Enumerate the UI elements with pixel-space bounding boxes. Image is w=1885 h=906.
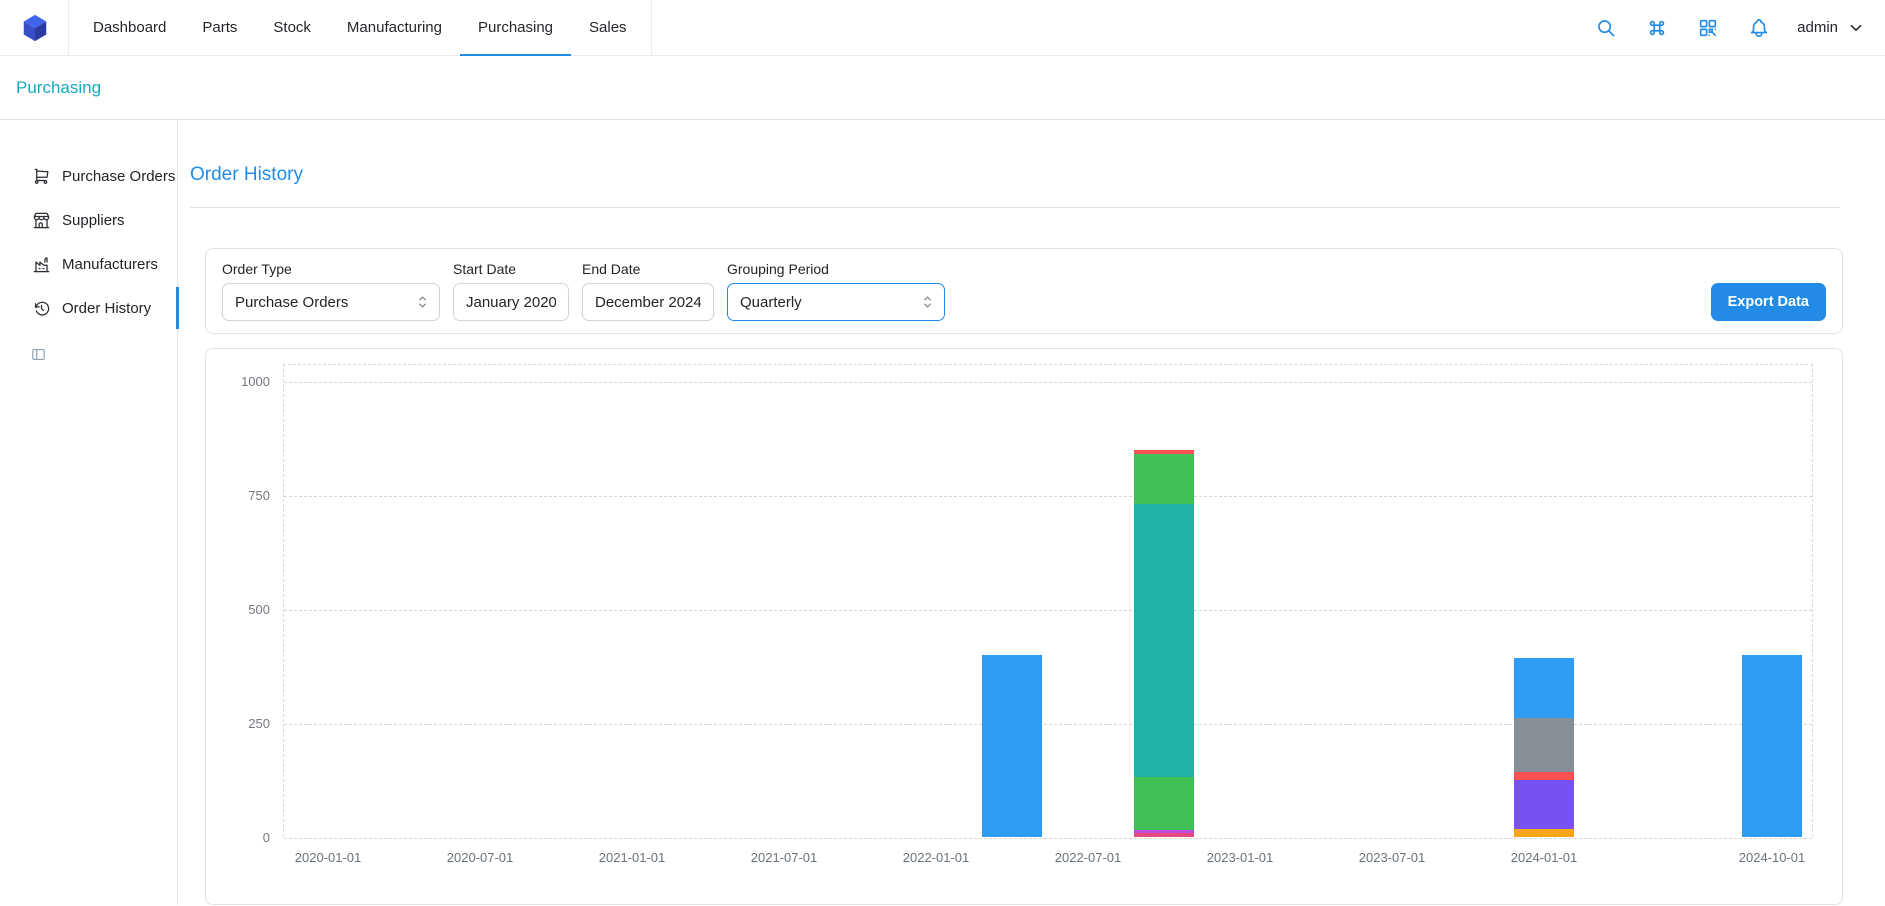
tab-purchasing[interactable]: Purchasing — [460, 0, 571, 56]
filter-card: Order Type Start Date End Date — [205, 248, 1843, 334]
tab-manufacturing[interactable]: Manufacturing — [329, 0, 460, 56]
sidebar-item-label: Manufacturers — [62, 256, 158, 273]
bar-segment[interactable] — [1514, 829, 1574, 837]
start-date-input[interactable] — [453, 283, 569, 321]
bar-segment[interactable] — [1134, 777, 1194, 829]
bar-segment[interactable] — [1134, 833, 1194, 837]
tab-stock[interactable]: Stock — [255, 0, 329, 56]
field-start-date: Start Date — [453, 261, 569, 321]
barcode-scan-button[interactable] — [1695, 15, 1721, 41]
qrcode-icon — [1697, 17, 1719, 39]
start-date-label: Start Date — [453, 261, 569, 277]
breadcrumb: Purchasing — [0, 56, 1885, 120]
nav-actions: admin — [1593, 15, 1865, 41]
order-type-select[interactable] — [222, 283, 440, 321]
gridline — [284, 496, 1812, 497]
title-divider — [190, 207, 1840, 208]
username: admin — [1797, 19, 1838, 36]
breadcrumb-item-purchasing[interactable]: Purchasing — [16, 78, 101, 98]
notifications-button[interactable] — [1746, 15, 1772, 41]
user-menu[interactable]: admin — [1797, 19, 1865, 37]
storefront-icon — [32, 211, 51, 230]
bar-segment[interactable] — [1514, 718, 1574, 772]
top-nav: DashboardPartsStockManufacturingPurchasi… — [0, 0, 1885, 56]
sidebar-item-label: Suppliers — [62, 212, 125, 229]
bar-segment[interactable] — [1134, 830, 1194, 834]
gridline — [284, 724, 1812, 725]
x-tick-label: 2021-07-01 — [751, 850, 818, 865]
sidebar-item-purchase-orders[interactable]: Purchase Orders — [0, 154, 177, 198]
command-icon — [1646, 17, 1668, 39]
field-grouping-period: Grouping Period — [727, 261, 945, 321]
field-order-type: Order Type — [222, 261, 440, 321]
sidebar-item-label: Order History — [62, 300, 151, 317]
grouping-period-label: Grouping Period — [727, 261, 945, 277]
tab-parts[interactable]: Parts — [184, 0, 255, 56]
chevron-down-icon — [1847, 19, 1865, 37]
export-data-button[interactable]: Export Data — [1711, 283, 1826, 321]
sidebar: Purchase Orders Suppliers Manufacturers Ord… — [0, 120, 178, 905]
sidebar-item-suppliers[interactable]: Suppliers — [0, 198, 177, 242]
history-icon — [32, 299, 51, 318]
y-tick-label: 1000 — [214, 374, 270, 389]
layout-sidebar-icon — [30, 346, 47, 363]
x-tick-label: 2024-01-01 — [1511, 850, 1578, 865]
order-history-chart-plot: 025050075010002020-01-012020-07-012021-0… — [283, 364, 1813, 837]
bar-segment[interactable] — [1134, 504, 1194, 778]
bar-segment[interactable] — [1514, 780, 1574, 829]
end-date-label: End Date — [582, 261, 714, 277]
field-end-date: End Date — [582, 261, 714, 321]
sidebar-item-order-history[interactable]: Order History — [0, 286, 177, 330]
sidebar-item-label: Purchase Orders — [62, 168, 175, 185]
gridline — [284, 610, 1812, 611]
x-tick-label: 2021-01-01 — [599, 850, 666, 865]
bar-segment[interactable] — [1134, 454, 1194, 504]
y-tick-label: 250 — [214, 716, 270, 731]
gridline — [284, 838, 1812, 839]
bar-segment[interactable] — [1742, 655, 1802, 837]
x-tick-label: 2023-01-01 — [1207, 850, 1274, 865]
sidebar-items: Purchase Orders Suppliers Manufacturers Ord… — [0, 154, 177, 330]
bell-icon — [1748, 17, 1770, 39]
x-tick-label: 2024-10-01 — [1739, 850, 1806, 865]
y-tick-label: 750 — [214, 488, 270, 503]
tab-sales[interactable]: Sales — [571, 0, 645, 56]
sidebar-item-manufacturers[interactable]: Manufacturers — [0, 242, 177, 286]
x-tick-label: 2020-01-01 — [295, 850, 362, 865]
grouping-period-select[interactable] — [727, 283, 945, 321]
bar-segment[interactable] — [982, 655, 1042, 837]
x-tick-label: 2023-07-01 — [1359, 850, 1426, 865]
nav-tabs: DashboardPartsStockManufacturingPurchasi… — [68, 0, 652, 56]
bar-segment[interactable] — [1514, 772, 1574, 779]
page-title: Order History — [190, 164, 1885, 186]
x-tick-label: 2022-01-01 — [903, 850, 970, 865]
y-tick-label: 0 — [214, 830, 270, 845]
gridline — [284, 382, 1812, 383]
bar-segment[interactable] — [1134, 450, 1194, 454]
bar-segment[interactable] — [1514, 658, 1574, 718]
x-tick-label: 2020-07-01 — [447, 850, 514, 865]
app-logo-icon[interactable] — [20, 13, 50, 43]
shopping-cart-icon — [32, 167, 51, 186]
order-type-label: Order Type — [222, 261, 440, 277]
end-date-input[interactable] — [582, 283, 714, 321]
main-panel: Order History Order Type Start Date — [178, 120, 1885, 905]
factory-icon — [32, 255, 51, 274]
x-tick-label: 2022-07-01 — [1055, 850, 1122, 865]
y-tick-label: 500 — [214, 602, 270, 617]
chart-card: 0 250 500 750 1000 2020-01-01 2020-07-01 2021-0… — [205, 348, 1843, 905]
sidebar-collapse-button[interactable] — [30, 346, 47, 363]
search-icon — [1595, 17, 1617, 39]
tab-dashboard[interactable]: Dashboard — [75, 0, 184, 56]
command-palette-button[interactable] — [1644, 15, 1670, 41]
search-button[interactable] — [1593, 15, 1619, 41]
